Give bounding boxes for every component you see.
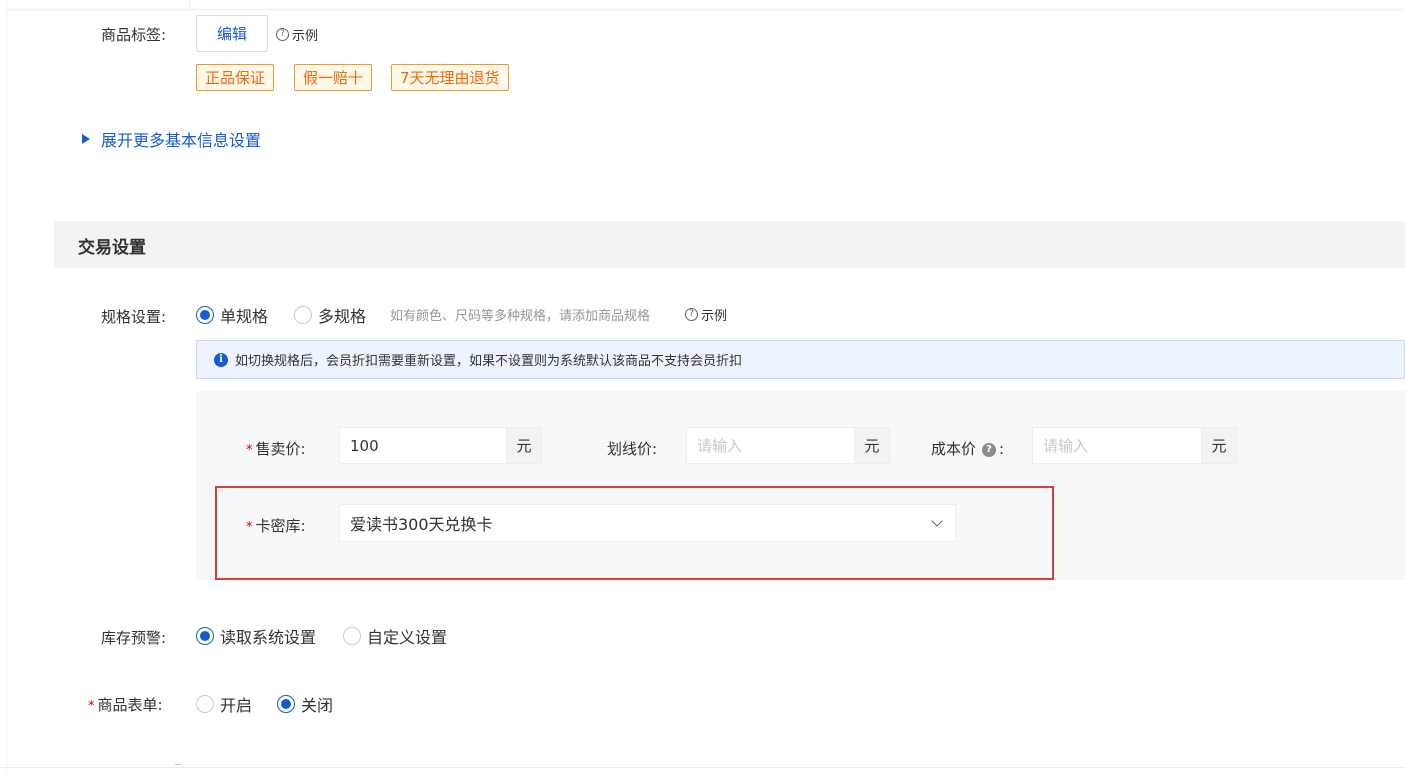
radio-system-setting[interactable]: 读取系统设置	[196, 624, 316, 648]
radio-label: 自定义设置	[367, 628, 448, 647]
radio-checked-icon	[196, 627, 214, 645]
product-form-label: * 商品表单:	[88, 694, 163, 715]
sale-price-label: * 售卖价:	[246, 438, 306, 459]
caret-right-icon	[82, 134, 90, 144]
spec-label: 规格设置:	[101, 308, 167, 326]
strike-price-placeholder[interactable]: 请输入	[687, 428, 854, 463]
sale-price-label-text: 售卖价:	[255, 440, 306, 458]
notice-text: 如切换规格后，会员折扣需要重新设置，如果不设置则为系统默认该商品不支持会员折扣	[235, 354, 743, 369]
tags-example-text: 示例	[292, 29, 319, 44]
card-lib-label: * 卡密库:	[246, 515, 306, 536]
sale-price-input[interactable]: 100 元	[339, 427, 542, 464]
tags-example-link[interactable]: ? 示例	[276, 25, 318, 44]
cost-price-input[interactable]: 请输入 元	[1032, 427, 1237, 464]
radio-form-off[interactable]: 关闭	[277, 692, 333, 716]
sale-price-unit: 元	[506, 428, 541, 463]
strike-price-unit: 元	[854, 428, 889, 463]
strike-price-label: 划线价:	[607, 440, 658, 458]
radio-custom-setting[interactable]: 自定义设置	[343, 624, 447, 648]
stock-warning-label: 库存预警:	[101, 629, 167, 647]
radio-label: 单规格	[220, 307, 269, 326]
strike-price-input[interactable]: 请输入 元	[686, 427, 890, 464]
radio-single-spec[interactable]: 单规格	[196, 303, 268, 327]
expand-link-text: 展开更多基本信息设置	[101, 131, 262, 150]
trade-settings-header: 交易设置	[54, 221, 1405, 268]
top-divider-tick	[189, 0, 190, 9]
radio-label: 多规格	[318, 307, 367, 326]
radio-unchecked-icon	[196, 695, 214, 713]
help-icon[interactable]: ?	[982, 442, 997, 457]
card-lib-select[interactable]: 爱读书300天兑换卡	[339, 504, 956, 542]
required-mark: *	[88, 699, 95, 714]
top-divider	[6, 9, 1405, 10]
radio-multi-spec[interactable]: 多规格	[294, 303, 366, 327]
required-mark: *	[246, 443, 253, 458]
spec-example-link[interactable]: ? 示例	[685, 305, 727, 324]
bottom-divider	[0, 767, 1405, 768]
radio-label: 开启	[220, 696, 253, 715]
radio-checked-icon	[196, 306, 214, 324]
radio-unchecked-icon	[343, 627, 361, 645]
info-icon: i	[214, 352, 228, 367]
radio-label: 关闭	[301, 696, 334, 715]
question-circle-icon: ?	[685, 308, 698, 321]
cost-price-colon: :	[999, 440, 1005, 458]
chevron-down-icon	[931, 515, 943, 527]
tag-genuine: 正品保证	[196, 64, 275, 91]
cost-price-label-text: 成本价	[931, 440, 977, 458]
spec-change-notice: i 如切换规格后，会员折扣需要重新设置，如果不设置则为系统默认该商品不支持会员折…	[196, 340, 1405, 379]
radio-unchecked-icon	[294, 306, 312, 324]
question-circle-icon: ?	[276, 28, 289, 41]
bottom-divider-tick	[175, 764, 181, 768]
product-form-label-text: 商品表单:	[97, 696, 163, 714]
required-mark: *	[246, 520, 253, 535]
card-lib-label-text: 卡密库:	[255, 517, 306, 535]
section-title: 交易设置	[78, 238, 146, 258]
tags-label: 商品标签:	[101, 26, 167, 44]
spec-hint: 如有颜色、尺码等多种规格，请添加商品规格	[390, 309, 651, 324]
tag-7day-return: 7天无理由退货	[391, 64, 509, 91]
radio-label: 读取系统设置	[220, 628, 317, 647]
cost-price-label: 成本价?:	[931, 438, 1004, 459]
cost-price-placeholder[interactable]: 请输入	[1033, 428, 1201, 463]
spec-example-text: 示例	[701, 309, 728, 324]
radio-form-on[interactable]: 开启	[196, 692, 252, 716]
cost-price-unit: 元	[1201, 428, 1236, 463]
sale-price-value[interactable]: 100	[340, 428, 506, 463]
left-border	[6, 0, 7, 773]
card-lib-value: 爱读书300天兑换卡	[350, 515, 493, 534]
edit-tags-button[interactable]: 编辑	[196, 15, 268, 52]
tag-fake-compensation: 假一赔十	[294, 64, 373, 91]
expand-more-basic-settings[interactable]: 展开更多基本信息设置	[82, 127, 261, 151]
radio-checked-icon	[277, 695, 295, 713]
